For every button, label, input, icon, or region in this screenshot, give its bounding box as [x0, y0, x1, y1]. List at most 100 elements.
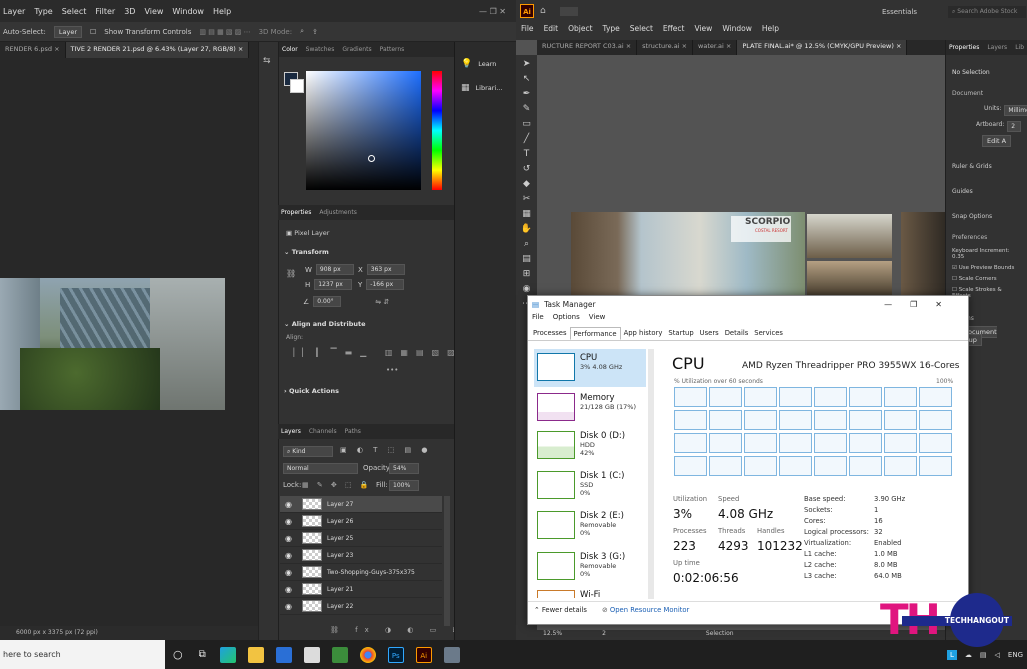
resource-disk1[interactable]: Disk 1 (C:) SSD 0% [534, 467, 646, 505]
workspace-switcher[interactable]: Essentials [882, 8, 917, 16]
artboard-thumb-1[interactable] [807, 214, 892, 258]
ai-tab-structure-report[interactable]: RUCTURE REPORT C03.ai × [537, 40, 638, 55]
color-picker-field[interactable] [306, 71, 421, 190]
x-input[interactable]: 363 px [366, 264, 405, 275]
layer-row[interactable]: ◉ Layer 25 [280, 530, 442, 547]
resource-disk3[interactable]: Disk 3 (G:) Removable 0% [534, 548, 646, 586]
tab-users[interactable]: Users [697, 327, 722, 340]
edit-artboards-button[interactable]: Edit A [982, 135, 1012, 147]
ai-artboard-nav[interactable]: 2 [602, 630, 606, 640]
layer-row[interactable]: ◉ Layer 26 [280, 513, 442, 530]
keyboard-increment-input[interactable]: 0.35 [952, 254, 964, 260]
layer-row[interactable]: ◉ Two-Shopping-Guys-375x375 [280, 564, 442, 581]
visibility-eye-icon[interactable]: ◉ [285, 500, 297, 509]
tm-menu-file[interactable]: File [532, 313, 544, 326]
adobe-stock-search[interactable]: ⌕ Search Adobe Stock [948, 6, 1026, 18]
tab-patterns[interactable]: Patterns [380, 46, 405, 53]
opacity-input[interactable]: 54% [389, 463, 419, 474]
ai-tool-icons[interactable]: ➤↖✒✎▭╱T↺◆✂▦✋⌕▤⊞◉⋯ [516, 55, 537, 312]
ai-menu-help[interactable]: Help [762, 24, 779, 33]
share-icon[interactable]: ⇪ [312, 28, 318, 36]
photoshop-taskbar-icon[interactable]: Ps [387, 646, 404, 663]
color-picker-cursor[interactable] [368, 155, 375, 162]
resource-disk0[interactable]: Disk 0 (D:) HDD 42% [534, 427, 646, 465]
ai-menu-object[interactable]: Object [568, 24, 592, 33]
ai-menu-file[interactable]: File [521, 24, 534, 33]
height-input[interactable]: 1237 px [314, 279, 353, 290]
blend-mode-select[interactable]: Normal [283, 463, 358, 474]
tab-color[interactable]: Color [282, 46, 298, 53]
tab-processes[interactable]: Processes [530, 327, 570, 340]
artboard-select[interactable]: 2 [1007, 121, 1021, 132]
resource-monitor-link[interactable]: ⊘ Open Resource Monitor [602, 606, 689, 614]
visibility-eye-icon[interactable]: ◉ [285, 551, 297, 560]
taskbar-search-box[interactable]: here to search [0, 640, 165, 669]
resource-disk2[interactable]: Disk 2 (E:) Removable 0% [534, 507, 646, 545]
ai-tab-plate-final[interactable]: PLATE FINAL.ai* @ 12.5% (CMYK/GPU Previe… [737, 40, 908, 55]
tab-swatches[interactable]: Swatches [306, 46, 335, 53]
tab-details[interactable]: Details [722, 327, 752, 340]
ps-window-controls[interactable]: — ❐ ✕ [479, 7, 506, 16]
visibility-eye-icon[interactable]: ◉ [285, 517, 297, 526]
ai-tab-layers[interactable]: Layers [987, 44, 1007, 51]
mail-icon[interactable] [303, 646, 320, 663]
scale-corners-row[interactable]: ☐ Scale Corners [946, 271, 1027, 282]
lock-icons[interactable]: ▦ ✎ ✥ ⬚ 🔒 [302, 481, 372, 489]
ps-menu-window[interactable]: Window [172, 7, 204, 16]
ai-menu-view[interactable]: View [695, 24, 713, 33]
link-icon[interactable]: ⛓ [286, 269, 296, 278]
auto-select-dropdown[interactable]: Layer [53, 25, 82, 38]
tab-startup[interactable]: Startup [665, 327, 696, 340]
learn-button[interactable]: 💡 Learn [455, 42, 516, 69]
kind-filter[interactable]: ⌕ Kind [283, 446, 333, 457]
ai-menu-effect[interactable]: Effect [663, 24, 685, 33]
layer-row[interactable]: ◉ Layer 27 [280, 496, 442, 513]
visibility-eye-icon[interactable]: ◉ [285, 602, 297, 611]
align-buttons[interactable]: ▕▏▎▔▬▁ ▥▦▤▧▨▩ [288, 348, 478, 357]
background-color-swatch[interactable] [290, 79, 304, 93]
ai-menu-window[interactable]: Window [722, 24, 752, 33]
tab-gradients[interactable]: Gradients [342, 46, 371, 53]
store-icon[interactable] [275, 646, 292, 663]
tab-properties[interactable]: Properties [281, 209, 311, 216]
render-image[interactable] [0, 278, 225, 410]
ps-menu-view[interactable]: View [144, 7, 163, 16]
layers-scrollbar[interactable] [444, 496, 450, 626]
language-indicator[interactable]: ENG [1008, 651, 1023, 659]
fewer-details-link[interactable]: ⌃ Fewer details [534, 606, 587, 614]
ps-menu-layer[interactable]: Layer [3, 7, 25, 16]
tm-menu-view[interactable]: View [589, 313, 606, 326]
align-icons[interactable]: ▥ ▤ ▦ ▧ ▨ ⋯ [199, 28, 250, 36]
layer-row[interactable]: ◉ Layer 22 [280, 598, 442, 615]
fill-input[interactable]: 100% [389, 480, 419, 491]
tab-adjustments[interactable]: Adjustments [319, 209, 357, 216]
tm-menu-options[interactable]: Options [553, 313, 580, 326]
visibility-eye-icon[interactable]: ◉ [285, 568, 297, 577]
flip-icons[interactable]: ⇋ ⇵ [375, 298, 389, 306]
arrange-docs-icon[interactable] [560, 7, 578, 16]
panel-collapse-icon[interactable]: ⇆ [259, 42, 278, 80]
search-icon[interactable]: ⌕ [300, 27, 304, 36]
ai-menu-select[interactable]: Select [630, 24, 653, 33]
artboard-hero-image[interactable]: SCORPIO COSTAL RESORT [571, 212, 805, 296]
ai-tab-structure[interactable]: structure.ai × [637, 40, 694, 55]
ai-tab-water[interactable]: water.ai × [693, 40, 738, 55]
chrome-icon[interactable] [359, 646, 376, 663]
home-icon[interactable]: ⌂ [540, 6, 546, 16]
visibility-eye-icon[interactable]: ◉ [285, 534, 297, 543]
resource-memory[interactable]: Memory 21/128 GB (17%) [534, 389, 646, 427]
ps-tab-render6[interactable]: RENDER 6.psd × [0, 42, 66, 58]
ps-menu-3d[interactable]: 3D [124, 7, 135, 16]
resource-list-scrollbar[interactable] [648, 349, 654, 599]
hue-slider[interactable] [432, 71, 442, 190]
angle-input[interactable]: 0.00° [313, 296, 342, 307]
transform-controls-checkbox[interactable]: ☐ [90, 28, 96, 36]
tab-layers[interactable]: Layers [281, 428, 301, 435]
ai-tab-properties[interactable]: Properties [949, 44, 979, 51]
volume-icon[interactable]: ◁ [995, 651, 1000, 659]
visibility-eye-icon[interactable]: ◉ [285, 585, 297, 594]
ps-menu-help[interactable]: Help [213, 7, 231, 16]
ai-zoom[interactable]: 12.5% [543, 630, 562, 640]
network-icon[interactable]: ▤ [980, 651, 987, 659]
file-explorer-icon[interactable] [247, 646, 264, 663]
